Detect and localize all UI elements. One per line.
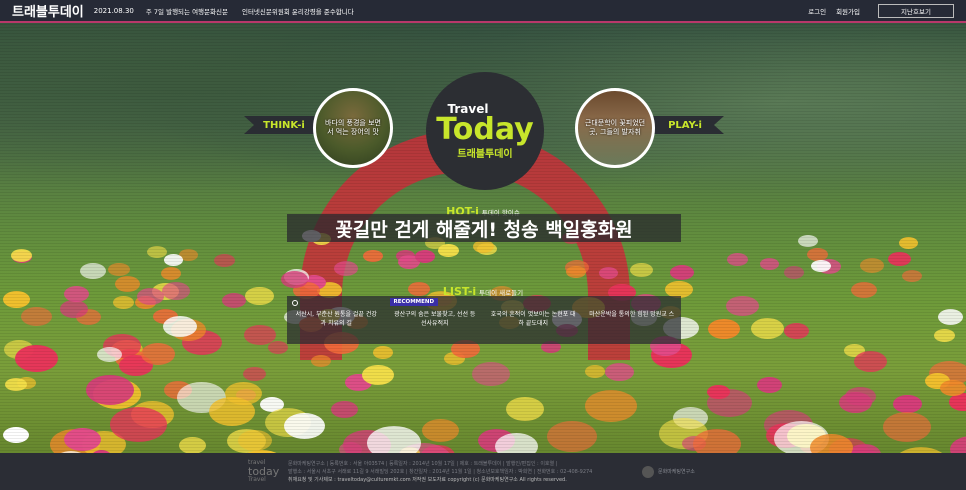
- think-feature-circle[interactable]: 바다의 풍경을 보면서 먹는 장어의 맛: [313, 88, 393, 168]
- think-ribbon[interactable]: THINK-i: [244, 116, 324, 134]
- list-item[interactable]: 서산시, 부춘산 원통을 걸끝 건강과 치유의 길: [287, 296, 386, 344]
- top-header: 트래블투데이 2021.08.30 주 7일 발행되는 여행문화신문 인터넷신문…: [0, 0, 966, 23]
- dot-icon: [292, 300, 298, 306]
- center-logo[interactable]: Travel Today 트래블투데이: [426, 72, 544, 190]
- think-feature-text: 바다의 풍경을 보면서 먹는 장어의 맛: [325, 118, 381, 136]
- list-panel: 서산시, 부춘산 원통을 걸끝 건강과 치유의 길 RECOMMEND 광산구의…: [287, 296, 681, 344]
- logo-korean-text: 트래블투데이: [457, 149, 513, 160]
- list-item-text: 광산구의 숨은 보물찾고, 선선 등 선사유적지: [394, 311, 476, 327]
- play-ribbon[interactable]: PLAY-i: [646, 116, 724, 134]
- footer-org: 문화마케팅연구소: [642, 465, 695, 478]
- hot-headline[interactable]: 꽃길만 걷게 해줄게! 청송 백일홍화원: [287, 214, 681, 242]
- list-item[interactable]: RECOMMEND 광산구의 숨은 보물찾고, 선선 등 선사유적지: [386, 296, 485, 344]
- archive-button[interactable]: 지난호보기: [878, 3, 954, 18]
- ethics-notice: 인터넷신문위원회 윤리강령을 준수합니다: [241, 7, 354, 16]
- footer-org-name: 문화마케팅연구소: [658, 469, 695, 475]
- site-logo[interactable]: 트래블투데이: [12, 1, 84, 20]
- footer-logo: travel today Travel: [248, 460, 280, 483]
- header-actions: 로그인 회원가입 지난호보기: [798, 3, 954, 18]
- list-item-text: 호국의 흔적이 엿보이는 논현포 대하 끝도대지: [490, 311, 576, 327]
- list-item[interactable]: 호국의 흔적이 엿보이는 논현포 대하 끝도대지: [484, 296, 583, 344]
- list-item[interactable]: 마산운박을 통의한 힘된 망원교 스: [583, 296, 682, 344]
- footer: travel today Travel 문화마케팅연구소 | 등록번호 : 서울…: [0, 453, 966, 490]
- play-feature-circle[interactable]: 근대문학이 꽃피었던 곳, 그들의 발자취: [575, 88, 655, 168]
- footer-info-line3: 취재요청 및 기사제보 : traveltoday@culturemkt.com…: [288, 476, 567, 483]
- footer-info: 문화마케팅연구소 | 등록번호 : 서울 아03574 | 등록일자 : 201…: [288, 460, 638, 484]
- tagline: 주 7일 발행되는 여행문화신문: [145, 7, 228, 16]
- list-item-text: 서산시, 부춘산 원통을 걸끝 건강과 치유의 길: [295, 311, 377, 327]
- footer-info-line2: 발행소 : 서울시 서초구 서래로 11길 9 서래빌딩 202호 | 창간일자…: [288, 468, 593, 475]
- login-link[interactable]: 로그인: [808, 6, 826, 16]
- list-item-text: 마산운박을 통의한 힘된 망원교 스: [589, 311, 675, 318]
- play-feature-text: 근대문학이 꽃피었던 곳, 그들의 발자취: [584, 118, 646, 136]
- recommend-badge: RECOMMEND: [389, 298, 439, 306]
- org-logo-icon: [642, 465, 654, 478]
- issue-date: 2021.08.30: [93, 6, 134, 15]
- signup-link[interactable]: 회원가입: [836, 6, 860, 16]
- footer-info-line1: 문화마케팅연구소 | 등록번호 : 서울 아03574 | 등록일자 : 201…: [288, 460, 558, 467]
- logo-today-text: Today: [436, 112, 534, 147]
